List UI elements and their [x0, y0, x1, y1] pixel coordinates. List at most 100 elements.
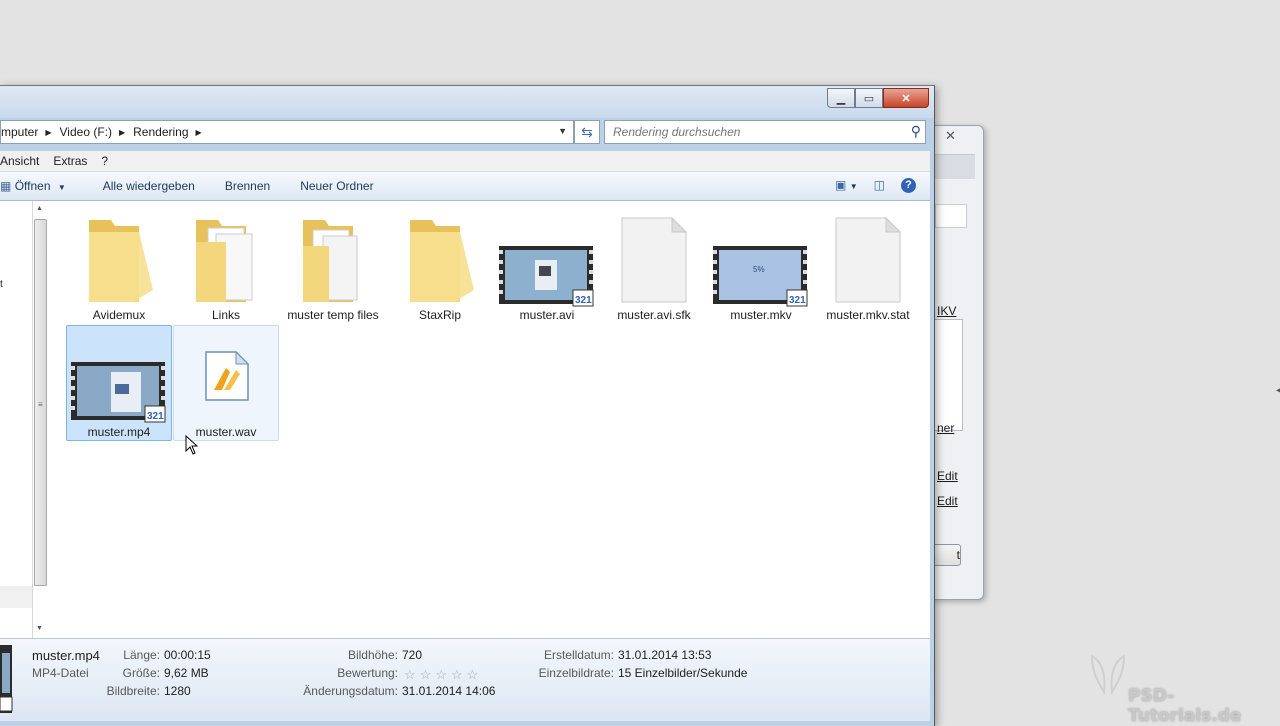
breadcrumb-drive[interactable]: Video (F:)	[60, 125, 117, 139]
menu-item-extras[interactable]: Extras	[53, 154, 87, 168]
svg-text:5%: 5%	[753, 265, 765, 274]
psd-tutorials-logo-icon	[1090, 654, 1126, 696]
generic-file-icon	[835, 216, 902, 303]
search-input[interactable]	[611, 124, 905, 140]
star-icon[interactable]: ☆	[435, 667, 447, 683]
navpane-marker: t	[0, 279, 3, 290]
open-label: Öffnen	[14, 179, 51, 193]
video-thumbnail-icon: 5% 321	[713, 246, 808, 307]
dialog-link-mkv[interactable]: IKV	[937, 304, 956, 318]
detail-size-label: Größe:	[122, 666, 160, 680]
close-icon[interactable]: ✕	[945, 128, 956, 144]
detail-size-value: 9,62 MB	[164, 666, 209, 680]
star-icon[interactable]: ☆	[420, 667, 432, 683]
content-area: t ▲ ≡ ▼ Avidemux Links muster temp files…	[0, 201, 930, 638]
detail-modified-label: Änderungsdatum:	[303, 684, 398, 698]
file-label: muster.avi.sfk	[617, 308, 691, 322]
burn-button[interactable]: Brennen	[210, 179, 285, 193]
help-button[interactable]: ?	[901, 177, 916, 193]
audio-file-icon	[205, 350, 250, 401]
file-label: muster.mkv	[730, 308, 792, 322]
grip-icon: ≡	[38, 400, 43, 409]
breadcrumb-computer[interactable]: mputer	[1, 125, 43, 139]
file-item-staxrip[interactable]: StaxRip	[387, 209, 493, 325]
refresh-button[interactable]: ⇆	[574, 120, 600, 144]
navigation-pane[interactable]: t	[0, 201, 33, 638]
minimize-icon: ▁	[836, 92, 846, 105]
navpane-scrollbar[interactable]	[0, 586, 32, 608]
detail-filetype: MP4-Datei	[32, 666, 89, 680]
chevron-down-icon: ▼	[849, 182, 858, 191]
search-box[interactable]: ⚲	[604, 120, 926, 144]
change-view-button[interactable]: ▣ ▼	[835, 178, 858, 192]
video-thumbnail-icon: 321	[71, 362, 166, 423]
maximize-icon: ▭	[863, 92, 875, 105]
close-button[interactable]: ✕	[883, 88, 929, 108]
chevron-down-icon[interactable]: ▼	[558, 126, 567, 136]
dialog-edit-link-1[interactable]: Edit	[937, 469, 958, 483]
scroll-thumb[interactable]: ≡	[34, 219, 47, 586]
title-bar: ▁ ▭ ✕	[0, 86, 934, 118]
detail-framerate-value: 15 Einzelbilder/Sekunde	[618, 666, 748, 680]
svg-text:321: 321	[575, 295, 592, 306]
breadcrumb-folder[interactable]: Rendering	[133, 125, 193, 139]
details-pane: muster.mp4 MP4-Datei Länge: 00:00:15 Grö…	[0, 638, 930, 721]
search-icon[interactable]: ⚲	[911, 123, 921, 140]
file-label: StaxRip	[418, 308, 462, 322]
minimize-button[interactable]: ▁	[827, 88, 855, 108]
file-item-muster-mkv[interactable]: 5% 321 muster.mkv	[708, 209, 814, 325]
detail-width-label: Bildbreite:	[106, 684, 160, 698]
rating-stars[interactable]: ☆ ☆ ☆ ☆ ☆	[404, 667, 478, 683]
new-folder-button[interactable]: Neuer Ordner	[285, 179, 388, 193]
svg-text:321: 321	[147, 411, 164, 422]
star-icon[interactable]: ☆	[404, 667, 416, 683]
view-icon: ▣	[835, 178, 847, 192]
file-item-muster-avi-sfk[interactable]: muster.avi.sfk	[601, 209, 707, 325]
play-all-button[interactable]: Alle wiedergeben	[81, 179, 210, 193]
preview-pane-button[interactable]: ◫	[874, 178, 885, 192]
file-item-avidemux[interactable]: Avidemux	[66, 209, 172, 325]
dialog-link-ner[interactable]: ner	[937, 421, 954, 435]
maximize-button[interactable]: ▭	[855, 88, 883, 108]
star-icon[interactable]: ☆	[467, 667, 479, 683]
file-item-muster-wav[interactable]: muster.wav	[173, 325, 279, 441]
file-label: muster.mkv.stat	[826, 308, 910, 322]
refresh-icon: ⇆	[581, 123, 593, 140]
address-bar[interactable]: mputer ▶ Video (F:) ▶ Rendering ▶ ▼	[0, 120, 574, 144]
file-item-links[interactable]: Links	[173, 209, 279, 325]
detail-height-label: Bildhöhe:	[347, 648, 398, 662]
dialog-input-field[interactable]	[935, 204, 967, 228]
vertical-scrollbar[interactable]: ▲ ≡ ▼	[33, 205, 47, 635]
open-button[interactable]: ▦ Öffnen ▼	[0, 179, 81, 193]
file-item-muster-mp4[interactable]: 321 muster.mp4	[66, 325, 172, 441]
breadcrumb-arrow-icon[interactable]: ▶	[194, 128, 210, 137]
star-icon[interactable]: ☆	[451, 667, 463, 683]
menu-bar: Ansicht Extras ?	[0, 151, 930, 172]
folder-icon	[89, 220, 153, 302]
scroll-down-icon[interactable]: ▼	[36, 625, 43, 632]
dialog-group-box	[931, 319, 963, 431]
detail-height-value: 720	[402, 648, 423, 662]
address-row: mputer ▶ Video (F:) ▶ Rendering ▶ ▼ ⇆ ⚲	[0, 120, 930, 144]
detail-rating-label: Bewertung:	[337, 666, 398, 680]
breadcrumb-arrow-icon[interactable]: ▶	[43, 128, 59, 137]
detail-created-value: 31.01.2014 13:53	[618, 648, 712, 662]
help-icon: ?	[901, 178, 916, 193]
file-label: Avidemux	[92, 308, 146, 322]
background-dialog: ✕ IKV ner Edit Edit t	[930, 125, 984, 600]
menu-item-help[interactable]: ?	[101, 154, 108, 168]
close-icon: ✕	[901, 92, 911, 105]
dialog-button[interactable]: t	[931, 544, 961, 566]
menu-item-view[interactable]: Ansicht	[0, 154, 39, 168]
folder-icon	[303, 220, 358, 302]
file-item-muster-avi[interactable]: 321 muster.avi	[494, 209, 600, 325]
dialog-edit-link-2[interactable]: Edit	[937, 494, 958, 508]
file-item-muster-temp-files[interactable]: muster temp files	[280, 209, 386, 325]
breadcrumb-arrow-icon[interactable]: ▶	[117, 128, 133, 137]
file-item-muster-mkv-stat[interactable]: muster.mkv.stat	[815, 209, 921, 325]
scroll-up-icon[interactable]: ▲	[36, 205, 43, 212]
window-controls: ▁ ▭ ✕	[827, 88, 929, 108]
file-label: muster temp files	[287, 308, 379, 322]
file-label: muster.mp4	[87, 425, 151, 439]
watermark-text: PSD-Tutorials.de	[1128, 686, 1242, 726]
